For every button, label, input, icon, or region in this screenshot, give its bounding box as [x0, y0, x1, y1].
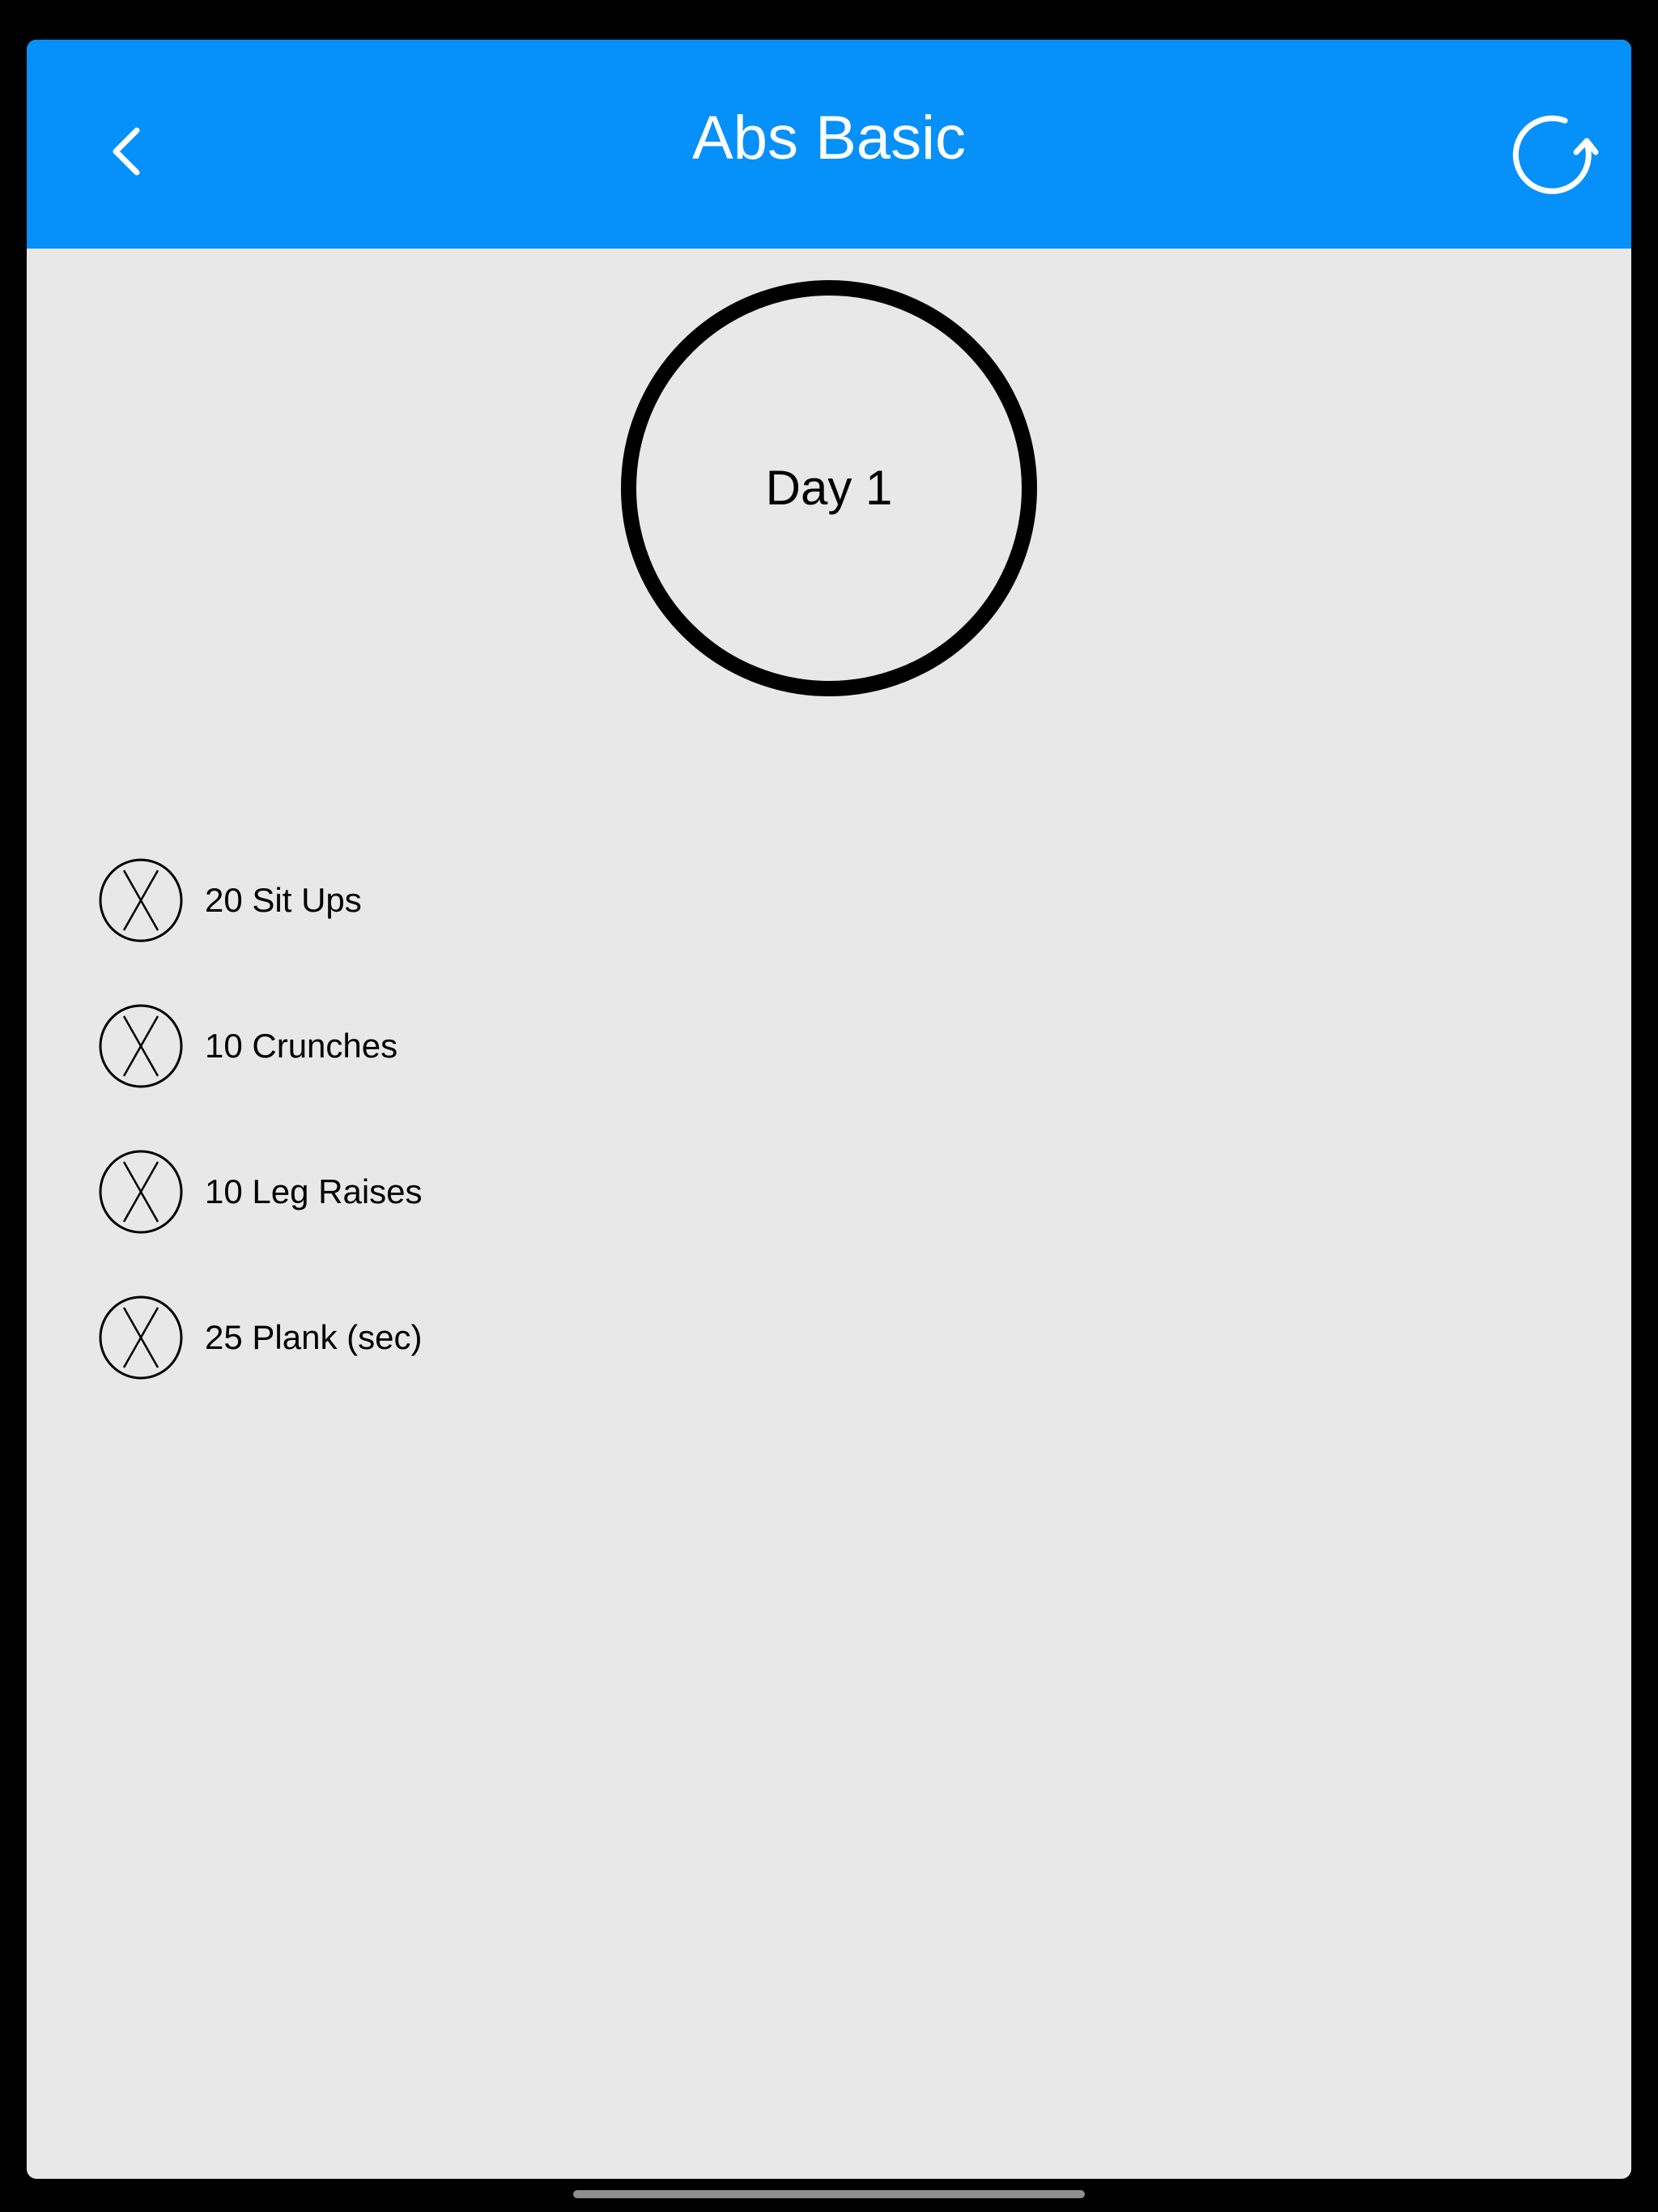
circle-x-icon[interactable] — [98, 1295, 184, 1380]
exercise-item[interactable]: 10 Crunches — [98, 1003, 827, 1149]
exercise-label: 10 Crunches — [205, 1027, 398, 1065]
exercise-item[interactable]: 25 Plank (sec) — [98, 1295, 827, 1440]
exercise-item[interactable]: 10 Leg Raises — [98, 1149, 827, 1295]
day-progress-ring: Day 1 — [621, 280, 1037, 696]
reset-button[interactable] — [1500, 100, 1605, 206]
app-screen: Abs Basic Day 1 20 Sit Ups 10 Crunches 1… — [27, 40, 1631, 2179]
page-title: Abs Basic — [692, 104, 966, 172]
refresh-icon — [1500, 115, 1605, 209]
exercise-item[interactable]: 20 Sit Ups — [98, 857, 827, 1003]
home-indicator[interactable] — [573, 2190, 1085, 2198]
exercise-list: 20 Sit Ups 10 Crunches 10 Leg Raises 25 … — [98, 857, 827, 1440]
exercise-label: 20 Sit Ups — [205, 881, 362, 919]
chevron-left-icon — [83, 127, 181, 205]
nav-bar: Abs Basic — [27, 40, 1631, 249]
day-label: Day 1 — [765, 461, 893, 515]
exercise-label: 25 Plank (sec) — [205, 1318, 423, 1356]
exercise-label: 10 Leg Raises — [205, 1172, 423, 1210]
circle-x-icon[interactable] — [98, 857, 184, 943]
circle-x-icon[interactable] — [98, 1149, 184, 1235]
circle-x-icon[interactable] — [98, 1003, 184, 1089]
